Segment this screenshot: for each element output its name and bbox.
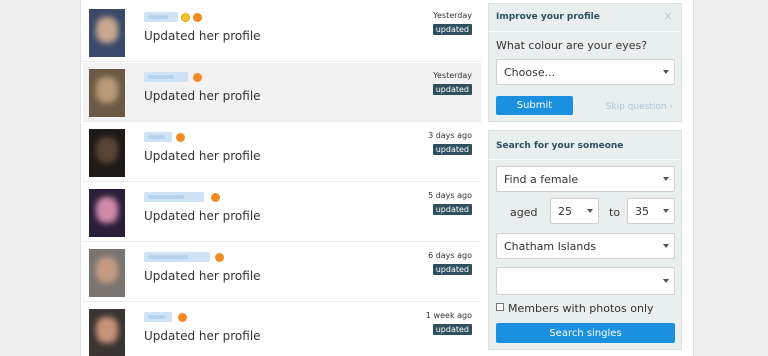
chevron-down-icon: [663, 209, 669, 213]
feed-item[interactable]: Updated her profile Yesterday updated: [83, 3, 481, 62]
member-name-blurred[interactable]: [144, 12, 178, 22]
activity-status: Updated her profile: [144, 89, 261, 103]
eye-colour-select[interactable]: Choose...: [496, 59, 675, 85]
activity-status: Updated her profile: [144, 209, 261, 223]
member-name-blurred[interactable]: [144, 192, 204, 202]
select-value: Choose...: [504, 65, 556, 79]
region-select[interactable]: [496, 267, 675, 295]
divider: [489, 31, 681, 32]
member-name-blurred[interactable]: [144, 132, 172, 142]
activity-time: Yesterday: [433, 71, 472, 80]
online-status-icon: [193, 13, 202, 22]
online-status-icon: [178, 313, 187, 322]
activity-time: 3 days ago: [428, 131, 472, 140]
updated-badge: updated: [432, 144, 472, 155]
activity-status: Updated her profile: [144, 329, 261, 343]
chevron-down-icon: [663, 279, 669, 283]
avatar[interactable]: [89, 129, 125, 177]
submit-button[interactable]: Submit: [496, 96, 573, 115]
age-to-select[interactable]: 35: [627, 198, 675, 224]
divider: [489, 159, 681, 160]
avatar[interactable]: [89, 9, 125, 57]
updated-badge: updated: [432, 264, 472, 275]
member-name-blurred[interactable]: [144, 72, 188, 82]
card-title: Search for your someone: [496, 141, 624, 151]
select-value: 35: [635, 204, 649, 218]
online-status-icon: [215, 253, 224, 262]
online-status-icon: [193, 73, 202, 82]
activity-time: 6 days ago: [428, 251, 472, 260]
verified-icon: [181, 13, 190, 22]
activity-status: Updated her profile: [144, 269, 261, 283]
question-label: What colour are your eyes?: [496, 39, 648, 52]
age-from-select[interactable]: 25: [550, 198, 599, 224]
avatar[interactable]: [89, 69, 125, 117]
member-name-blurred[interactable]: [144, 312, 172, 322]
feed-item[interactable]: Updated her profile Yesterday updated: [83, 63, 481, 122]
photos-only-label[interactable]: Members with photos only: [508, 302, 654, 315]
select-value: 25: [558, 204, 572, 218]
feed-item[interactable]: Updated her profile 1 week ago updated: [83, 303, 481, 356]
chevron-down-icon: [663, 177, 669, 181]
improve-profile-card: Improve your profile × What colour are y…: [488, 3, 682, 122]
location-select[interactable]: Chatham Islands: [496, 233, 675, 259]
select-value: Chatham Islands: [504, 239, 597, 253]
close-icon[interactable]: ×: [663, 10, 673, 22]
photos-only-checkbox[interactable]: [496, 303, 504, 311]
search-card: Search for your someone Find a female ag…: [488, 130, 682, 350]
online-status-icon: [176, 133, 185, 142]
avatar[interactable]: [89, 189, 125, 237]
chevron-down-icon: [663, 70, 669, 74]
skip-question-link[interactable]: Skip question ›: [606, 102, 673, 112]
activity-status: Updated her profile: [144, 149, 261, 163]
card-title: Improve your profile: [496, 12, 600, 22]
chevron-down-icon: [587, 209, 593, 213]
updated-badge: updated: [432, 324, 472, 335]
select-value: Find a female: [504, 172, 579, 186]
updated-badge: updated: [432, 24, 472, 35]
updated-badge: updated: [432, 204, 472, 215]
chevron-down-icon: [663, 244, 669, 248]
avatar[interactable]: [89, 309, 125, 356]
aged-label: aged: [510, 206, 538, 219]
to-label: to: [609, 206, 621, 219]
activity-status: Updated her profile: [144, 29, 261, 43]
activity-time: Yesterday: [433, 11, 472, 20]
feed-item[interactable]: Updated her profile 5 days ago updated: [83, 183, 481, 242]
activity-time: 1 week ago: [425, 311, 472, 320]
updated-badge: updated: [432, 84, 472, 95]
gender-select[interactable]: Find a female: [496, 166, 675, 192]
avatar[interactable]: [89, 249, 125, 297]
feed-item[interactable]: Updated her profile 3 days ago updated: [83, 123, 481, 182]
online-status-icon: [211, 193, 220, 202]
activity-time: 5 days ago: [428, 191, 472, 200]
search-singles-button[interactable]: Search singles: [496, 323, 675, 343]
feed-item[interactable]: Updated her profile 6 days ago updated: [83, 243, 481, 302]
member-name-blurred[interactable]: [144, 252, 210, 262]
